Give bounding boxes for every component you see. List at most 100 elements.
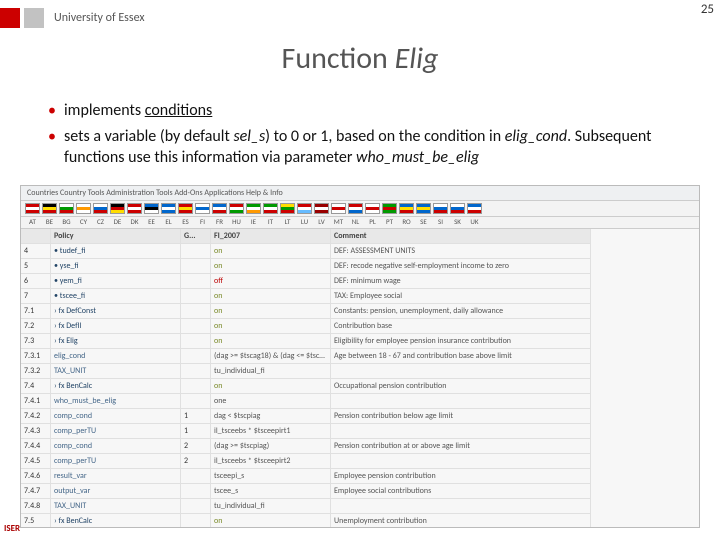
grid-cell: Occupational pension contribution: [331, 379, 591, 394]
app-screenshot: Countries Country Tools Administration T…: [20, 185, 700, 528]
bullet-1: • implements conditions: [40, 100, 690, 122]
grid-cell: 1: [181, 409, 211, 424]
grid-cell: 7.3.2: [21, 364, 51, 379]
grid-cell: › fx DefConst: [51, 304, 181, 319]
country-code: EE: [144, 217, 159, 226]
country-code: EL: [161, 217, 176, 226]
grid-cell: (dag >= $tscpiag): [211, 439, 331, 454]
grid-cell: 7: [21, 289, 51, 304]
grid-header: Comment: [331, 229, 591, 244]
bullet-marker: •: [40, 126, 64, 169]
grid-cell: [181, 514, 211, 528]
country-code: BG: [59, 217, 74, 226]
flag-cz: [93, 203, 108, 214]
country-code: PL: [365, 217, 380, 226]
grid-cell: 2: [181, 439, 211, 454]
grid-cell: (dag >= $tscag18) & (dag <= $tscag67) & …: [211, 349, 331, 364]
flag-el: [161, 203, 176, 214]
country-code: LV: [314, 217, 329, 226]
country-code: CZ: [93, 217, 108, 226]
grid-cell: DEF: minimum wage: [331, 274, 591, 289]
flag-ro: [399, 203, 414, 214]
grid-cell: elig_cond: [51, 349, 181, 364]
flag-fi: [195, 203, 210, 214]
grid-cell: 7.5: [21, 514, 51, 528]
grid-cell: tsceepi_s: [211, 469, 331, 484]
country-code: LU: [297, 217, 312, 226]
grid-cell: 6: [21, 274, 51, 289]
country-code: HU: [229, 217, 244, 226]
grid-cell: 7.4: [21, 379, 51, 394]
grid-cell: il_tsceebs * $tsceepirt2: [211, 454, 331, 469]
flag-lv: [314, 203, 329, 214]
app-menubar: Countries Country Tools Administration T…: [21, 186, 699, 201]
country-code: SI: [433, 217, 448, 226]
grid-cell: on: [211, 244, 331, 259]
grid-cell: 7.4.8: [21, 499, 51, 514]
flag-ie: [246, 203, 261, 214]
flag-de: [110, 203, 125, 214]
grid-cell: il_tsceebs * $tsceepirt1: [211, 424, 331, 439]
grid-cell: [181, 379, 211, 394]
grid-cell: comp_cond: [51, 409, 181, 424]
grid-cell: [181, 484, 211, 499]
grid-cell: 7.3.1: [21, 349, 51, 364]
country-code: UK: [467, 217, 482, 226]
grid-cell: TAX_UNIT: [51, 364, 181, 379]
country-code: NL: [348, 217, 363, 226]
grid-cell: comp_cond: [51, 439, 181, 454]
grid-cell: [181, 469, 211, 484]
grid-cell: [181, 304, 211, 319]
grid-cell: › fx BenCalc: [51, 379, 181, 394]
grid-cell: [181, 349, 211, 364]
brand-grey-square: [24, 8, 44, 28]
grid-cell: tu_individual_fi: [211, 364, 331, 379]
iser-logo: ISER: [4, 523, 20, 534]
grid-cell: • tudef_fi: [51, 244, 181, 259]
brand-bar: University of Essex: [0, 8, 145, 28]
grid-cell: • tscee_fi: [51, 289, 181, 304]
grid-cell: › fx BenCalc: [51, 514, 181, 528]
grid-cell: 7.4.5: [21, 454, 51, 469]
flag-nl: [348, 203, 363, 214]
grid-cell: result_var: [51, 469, 181, 484]
grid-cell: 7.2: [21, 319, 51, 334]
country-code: FR: [212, 217, 227, 226]
country-code: SK: [450, 217, 465, 226]
grid-cell: [331, 454, 591, 469]
grid-cell: › fx Elig: [51, 334, 181, 349]
country-code-bar: ATBEBGCYCZDEDKEEELESFIFRHUIEITLTLULVMTNL…: [21, 217, 699, 229]
grid-cell: Age between 18 - 67 and contribution bas…: [331, 349, 591, 364]
grid-cell: 7.4.3: [21, 424, 51, 439]
grid-cell: [181, 289, 211, 304]
grid-cell: on: [211, 304, 331, 319]
grid-cell: off: [211, 274, 331, 289]
grid-cell: 7.4.4: [21, 439, 51, 454]
country-code: DE: [110, 217, 125, 226]
flag-lt: [280, 203, 295, 214]
grid-cell: who_must_be_elig: [51, 394, 181, 409]
country-code: CY: [76, 217, 91, 226]
country-code: DK: [127, 217, 142, 226]
policy-grid: PolicyG...FI_2007Comment4• tudef_fionDEF…: [21, 229, 699, 528]
grid-cell: Eligibility for employee pension insuran…: [331, 334, 591, 349]
grid-cell: comp_perTU: [51, 454, 181, 469]
grid-cell: output_var: [51, 484, 181, 499]
flag-at: [25, 203, 40, 214]
grid-header: FI_2007: [211, 229, 331, 244]
grid-cell: on: [211, 289, 331, 304]
grid-cell: 4: [21, 244, 51, 259]
grid-cell: Employee pension contribution: [331, 469, 591, 484]
flag-pt: [382, 203, 397, 214]
grid-cell: [181, 364, 211, 379]
grid-cell: [331, 364, 591, 379]
country-code: PT: [382, 217, 397, 226]
flag-bar: [21, 201, 699, 217]
slide: 25 University of Essex Function Elig • i…: [0, 0, 720, 540]
flag-mt: [331, 203, 346, 214]
grid-cell: Unemployment contribution: [331, 514, 591, 528]
grid-cell: DEF: ASSESSMENT UNITS: [331, 244, 591, 259]
grid-cell: 1: [181, 424, 211, 439]
grid-cell: [181, 499, 211, 514]
grid-header: G...: [181, 229, 211, 244]
